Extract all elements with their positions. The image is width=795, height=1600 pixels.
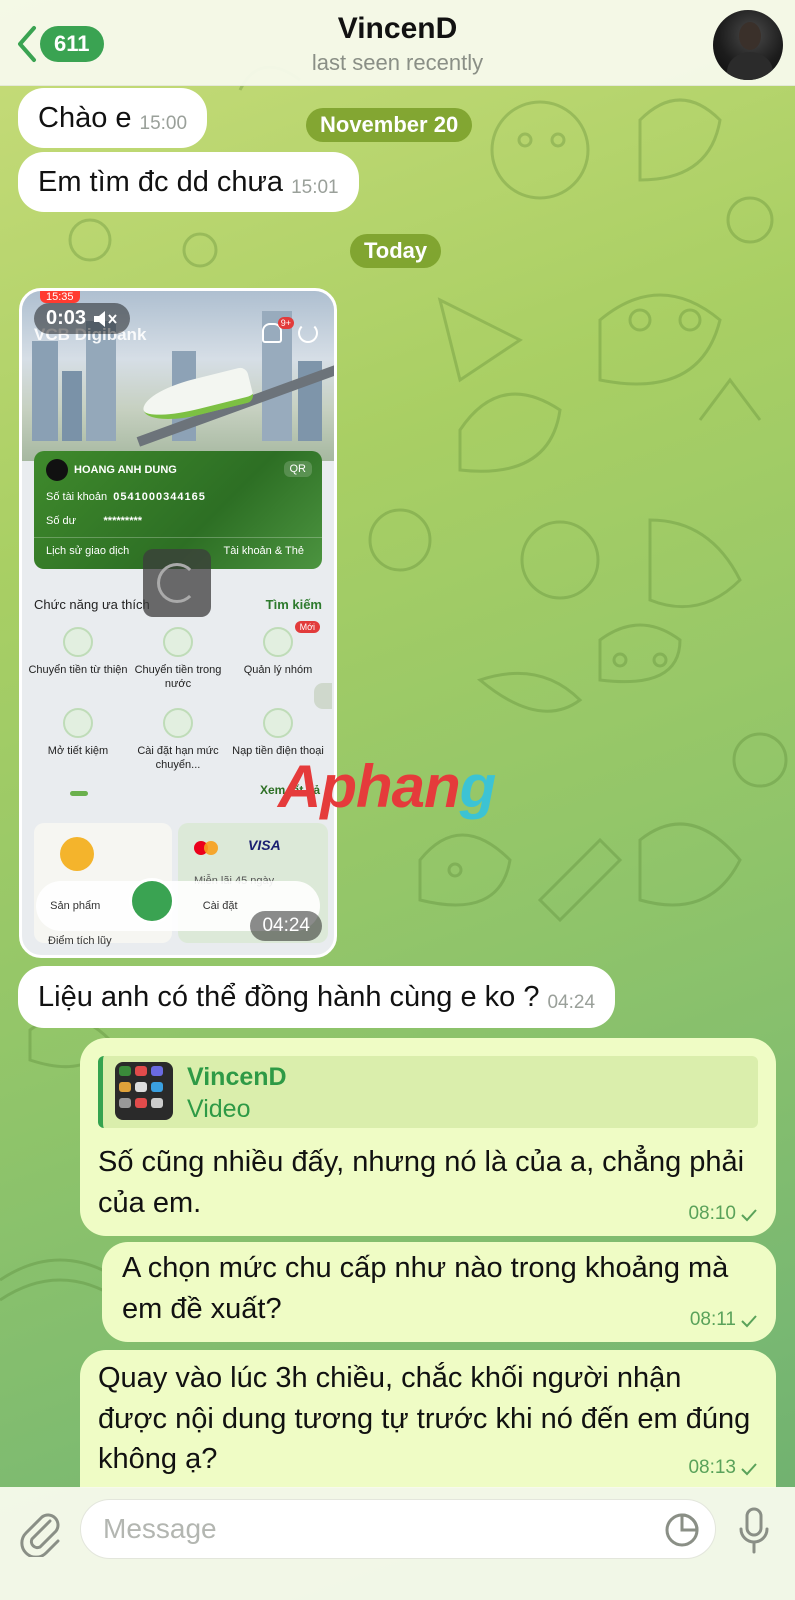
- search-link: Tìm kiếm: [265, 597, 322, 612]
- message-time: 15:01: [291, 176, 339, 198]
- message-text: Chào e: [38, 101, 132, 134]
- last-seen-status: last seen recently: [311, 50, 484, 75]
- visa-logo: VISA: [248, 837, 281, 853]
- feature-item: Mở tiết kiệm: [28, 704, 128, 773]
- tab-settings: Cài đặt: [202, 900, 238, 912]
- qr-label: QR: [283, 461, 312, 477]
- chat-title[interactable]: VincenD: [0, 12, 795, 46]
- read-check-icon: [741, 1463, 757, 1476]
- loyalty-label: Điểm tích lũy: [48, 935, 112, 947]
- mastercard-icon: [194, 841, 218, 855]
- message-time-status: 08:10: [688, 1201, 758, 1228]
- message-text: A chọn mức chu cấp như nào trong khoảng …: [122, 1252, 729, 1325]
- reply-sender: VincenD: [187, 1063, 287, 1091]
- feature-item: Chuyển tiền từ thiện: [28, 623, 128, 692]
- account-name: HOANG ANH DUNG: [74, 464, 177, 476]
- message-bubble-outgoing[interactable]: Quay vào lúc 3h chiều, chắc khối người n…: [80, 1350, 776, 1488]
- video-message[interactable]: 15:35 VCB Digibank 0:03 9+ HOANG ANH DUN…: [19, 288, 337, 958]
- message-bubble-incoming[interactable]: Chào e 15:00: [18, 88, 208, 148]
- piggy-bank-icon: [63, 707, 93, 738]
- watermark: Aphang: [278, 752, 497, 821]
- balance-masked: *********: [103, 515, 143, 527]
- crown-icon: [60, 837, 94, 871]
- message-time-status: 08:11: [690, 1307, 758, 1334]
- watermark-text: Aphan: [278, 753, 461, 820]
- video-thumbnail: [115, 1062, 173, 1120]
- message-bubble-outgoing[interactable]: VincenD Video Số cũng nhiều đấy, nhưng n…: [80, 1038, 776, 1236]
- message-time: 08:13: [688, 1457, 736, 1479]
- sticker-icon[interactable]: [664, 1512, 700, 1548]
- scan-qr-icon: [128, 878, 175, 924]
- message-text: Liệu anh có thể đồng hành cùng e ko ?: [38, 980, 540, 1013]
- power-icon: [298, 323, 318, 343]
- account-number: 0541000344165: [113, 491, 206, 503]
- reply-quote[interactable]: VincenD Video: [98, 1056, 758, 1128]
- feature-item: Cài đặt hạn mức chuyển...: [128, 704, 228, 773]
- account-number-row: Số tài khoản 0541000344165: [46, 491, 206, 503]
- duration-text: 0:03: [46, 307, 87, 329]
- account-avatar: [46, 459, 68, 481]
- transfer-icon: [63, 627, 93, 657]
- group-icon: [263, 627, 293, 657]
- date-separator-today: Today: [350, 234, 442, 268]
- read-check-icon: [741, 1315, 757, 1328]
- date-separator-nov20: November 20: [306, 108, 473, 142]
- page-indicator: [70, 791, 88, 796]
- message-time-status: 08:13: [688, 1455, 758, 1482]
- chevron-right-icon: [314, 683, 332, 709]
- accounts-link: Tài khoản & Thẻ: [223, 545, 304, 557]
- muted-speaker-icon[interactable]: [92, 310, 118, 328]
- message-input[interactable]: [80, 1499, 716, 1559]
- read-check-icon: [741, 1209, 757, 1222]
- balance-row: Số dư *********: [46, 515, 142, 527]
- recording-time: 15:35: [40, 291, 80, 303]
- message-composer: [0, 1487, 795, 1600]
- topup-icon: [263, 707, 293, 738]
- history-link: Lịch sử giao dịch: [46, 545, 130, 557]
- feature-item: Chuyển tiền trong nước: [128, 623, 228, 692]
- balance-label: Số dư: [46, 515, 76, 527]
- microphone-icon[interactable]: [738, 1507, 770, 1555]
- chat-header: 611 VincenD last seen recently: [0, 0, 795, 86]
- loading-spinner: [143, 549, 211, 617]
- notification-badge: 9+: [277, 317, 294, 329]
- message-text: Em tìm đc dd chưa: [38, 165, 284, 198]
- message-bubble-outgoing[interactable]: A chọn mức chu cấp như nào trong khoảng …: [102, 1242, 776, 1342]
- account-label: Số tài khoản: [46, 491, 108, 503]
- message-bubble-incoming[interactable]: Liệu anh có thể đồng hành cùng e ko ? 04…: [18, 966, 616, 1028]
- watermark-text-accent: g: [459, 753, 497, 820]
- settings-icon: [163, 707, 193, 738]
- message-text: Số cũng nhiều đấy, nhưng nó là của a, ch…: [98, 1146, 745, 1219]
- message-text: Quay vào lúc 3h chiều, chắc khối người n…: [98, 1362, 751, 1476]
- reply-type: Video: [187, 1095, 251, 1123]
- message-time: 04:24: [547, 991, 596, 1013]
- message-time: 08:10: [688, 1203, 736, 1225]
- attach-icon[interactable]: [20, 1511, 62, 1557]
- video-duration: 0:03: [34, 303, 131, 334]
- message-bubble-incoming[interactable]: Em tìm đc dd chưa 15:01: [18, 152, 359, 212]
- message-time: 15:00: [139, 112, 188, 134]
- avatar[interactable]: [713, 10, 783, 80]
- feature-item: Quản lý nhóm: [228, 623, 328, 692]
- message-time: 08:11: [689, 1309, 736, 1331]
- favorites-title: Chức năng ưa thích: [34, 597, 150, 612]
- transfer-icon: [163, 627, 193, 657]
- video-time: 04:24: [250, 911, 322, 941]
- feature-grid: Chuyển tiền từ thiện Chuyển tiền trong n…: [28, 623, 328, 772]
- tab-products: Sản phẩm: [50, 900, 101, 912]
